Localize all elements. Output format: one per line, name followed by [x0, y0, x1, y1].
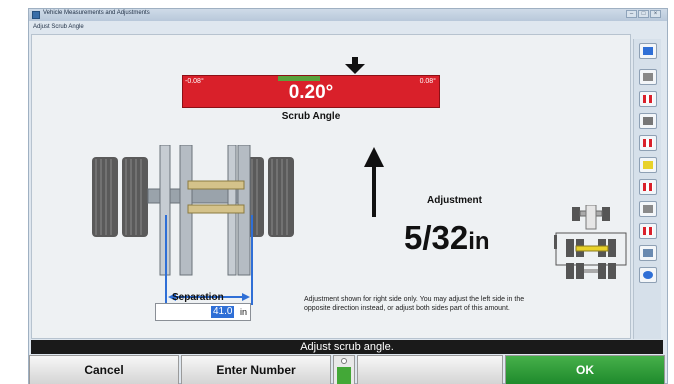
separation-value[interactable]: 41.0 — [211, 306, 235, 318]
camber-icon — [643, 73, 653, 81]
status-bar: Adjust scrub angle. — [31, 340, 663, 354]
checker-flag-icon — [643, 183, 653, 191]
axle-tool[interactable] — [639, 157, 657, 173]
vehicle-tool[interactable] — [639, 201, 657, 217]
side-toolbar — [633, 39, 661, 339]
axle-icon — [643, 161, 653, 169]
axle-frame — [147, 145, 251, 276]
window-title: Vehicle Measurements and Adjustments — [43, 10, 150, 16]
steering-tool[interactable] — [639, 245, 657, 261]
scrub-angle-value: 0.20° — [288, 82, 334, 103]
page-dot-icon — [341, 358, 347, 364]
close-button[interactable]: × — [650, 10, 661, 18]
adjustment-unit: in — [468, 228, 490, 255]
globe-icon — [643, 271, 653, 279]
steering-icon — [643, 249, 653, 257]
checker-flag-tool-3[interactable] — [639, 179, 657, 195]
separation-field[interactable]: 41.0 in — [155, 303, 251, 321]
blank-button[interactable] — [357, 355, 503, 384]
separation-label: Separation — [172, 292, 224, 303]
gauge-caption: Scrub Angle — [281, 111, 341, 122]
globe-tool[interactable] — [639, 267, 657, 283]
checker-flag-tool-2[interactable] — [639, 135, 657, 151]
adjust-direction-arrow-icon — [364, 147, 384, 217]
in-spec-zone — [278, 76, 320, 81]
application-window: Vehicle Measurements and Adjustments – □… — [28, 8, 668, 384]
ok-button[interactable]: OK — [505, 355, 665, 384]
title-bar: Vehicle Measurements and Adjustments – □… — [29, 9, 667, 21]
page-level-bar — [337, 367, 351, 384]
maximize-button[interactable]: □ — [638, 10, 649, 18]
help-icon — [643, 47, 653, 55]
gauge-pointer-icon — [345, 57, 365, 74]
adjustment-readout: 5/32in — [404, 219, 490, 257]
adjustment-note: Adjustment shown for right side only. Yo… — [304, 296, 525, 312]
page-title: Adjust Scrub Angle — [33, 24, 84, 30]
vehicle-icon — [643, 205, 653, 213]
checker-flag-icon — [643, 227, 653, 235]
measurement-panel: -0.08° 0.08° 0.20° Scrub Angle Adjustmen… — [31, 34, 631, 339]
help-button[interactable] — [639, 43, 657, 59]
checker-flag-icon — [643, 95, 653, 103]
wrench-icon — [643, 117, 653, 125]
vehicle-overview-icon — [554, 205, 627, 279]
rear-axle-diagram — [92, 145, 294, 305]
checker-flag-tool-4[interactable] — [639, 223, 657, 239]
minimize-button[interactable]: – — [626, 10, 637, 18]
app-icon — [32, 11, 40, 19]
camber-tool[interactable] — [639, 69, 657, 85]
checker-flag-icon — [643, 139, 653, 147]
cancel-button[interactable]: Cancel — [29, 355, 179, 384]
window-controls: – □ × — [626, 10, 661, 18]
checker-flag-tool-1[interactable] — [639, 91, 657, 107]
adjustment-title: Adjustment — [427, 195, 482, 206]
separation-unit: in — [240, 307, 248, 317]
left-tire-pair — [92, 157, 148, 237]
adjustment-value: 5/32 — [404, 219, 469, 256]
button-bar: Cancel Enter Number OK — [29, 355, 667, 384]
enter-number-button[interactable]: Enter Number — [181, 355, 331, 384]
page-indicator[interactable] — [333, 355, 355, 384]
wrench-tool[interactable] — [639, 113, 657, 129]
scrub-angle-gauge: -0.08° 0.08° 0.20° — [182, 75, 440, 108]
